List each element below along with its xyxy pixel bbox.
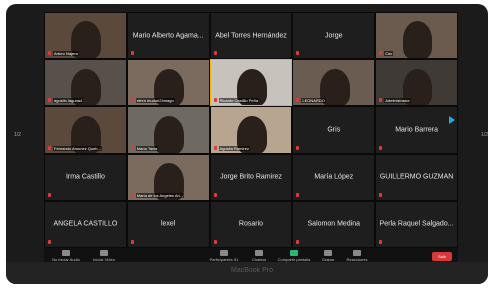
participant-tile[interactable]: Administrador <box>375 59 458 107</box>
leave-meeting-button[interactable]: Salir <box>432 252 452 261</box>
muted-mic-icon <box>48 51 51 56</box>
participant-caption: Maria de los Angeles Ari... <box>135 192 185 198</box>
participants-icon <box>220 250 228 256</box>
participant-tile[interactable]: Rosario <box>209 200 293 248</box>
participant-tile[interactable]: Fernando Amunez Queb... <box>44 106 127 154</box>
participant-name: Gris <box>327 126 341 134</box>
participant-name: Salomon Medina <box>307 220 361 228</box>
participant-caption: Cec <box>384 51 394 57</box>
muted-mic-icon <box>213 51 217 56</box>
participant-caption: LEONARDO <box>301 98 326 104</box>
participant-name: Perla Raquel Salgado... <box>379 220 454 228</box>
participant-name: GUILLERMO GUZMAN <box>379 173 454 181</box>
participant-tile[interactable]: lexel <box>126 200 210 248</box>
laptop-brand-label: MacBook Pro <box>231 267 274 274</box>
participant-tile[interactable]: ANGELA CASTILLO <box>44 200 127 248</box>
participant-tile[interactable]: Jorge Brito Ramirez <box>209 153 293 201</box>
participant-caption: Agustin Ramirez <box>218 145 250 151</box>
audio-button[interactable]: No iniciar Audio <box>46 250 86 262</box>
participant-tile[interactable]: Irma Castillo <box>44 153 127 201</box>
participant-video <box>402 21 433 59</box>
participant-name: Abel Torres Hernández <box>215 32 287 40</box>
muted-mic-icon <box>379 145 383 150</box>
participant-tile[interactable]: Arturo Najera <box>44 12 127 60</box>
share-screen-button[interactable]: Compartir pantalla <box>272 250 316 262</box>
muted-mic-icon <box>296 192 300 197</box>
record-button[interactable]: Grabar <box>316 250 340 262</box>
muted-mic-icon <box>48 239 51 244</box>
participant-tile[interactable]: Jorge <box>292 12 376 60</box>
chat-button[interactable]: Chatear <box>246 250 272 262</box>
participant-tile[interactable]: Cec <box>375 12 458 60</box>
participant-tile[interactable]: Mario Alberto Agama... <box>126 12 210 60</box>
muted-mic-icon <box>213 98 217 103</box>
muted-mic-icon <box>130 145 134 150</box>
muted-mic-icon <box>213 192 217 197</box>
participant-tile[interactable]: Salomon Medina <box>292 200 376 248</box>
participant-caption: Ricardo Castillo Peña <box>218 98 260 104</box>
muted-mic-icon <box>379 192 383 197</box>
reactions-icon <box>353 250 361 256</box>
participant-tile[interactable]: Gris <box>292 106 376 154</box>
participant-caption: Arturo Najera <box>53 51 79 57</box>
participant-caption: Maria Tania <box>135 145 159 151</box>
page-indicator-left: 1/2 <box>14 132 21 138</box>
muted-mic-icon <box>379 239 383 244</box>
participant-name: Jorge Brito Ramirez <box>220 173 282 181</box>
participant-name: Irma Castillo <box>65 173 105 181</box>
participant-tile[interactable]: efren muduri24mago <box>126 59 210 107</box>
participant-tile[interactable]: Maria de los Angeles Ari... <box>126 153 210 201</box>
participant-video <box>154 115 185 153</box>
participant-tile[interactable]: Perla Raquel Salgado... <box>375 200 458 248</box>
page-indicator-right: 1/2 <box>481 132 488 138</box>
next-page-arrow-icon[interactable] <box>449 116 455 124</box>
participant-tile[interactable]: Maria Tania <box>126 106 210 154</box>
participant-tile[interactable]: Agustin Ramirez <box>209 106 293 154</box>
participant-caption: Administrador <box>384 98 411 104</box>
laptop-frame: Arturo Najera Mario Alberto Agama... Abel … <box>6 4 488 284</box>
camera-icon <box>100 250 108 256</box>
record-icon <box>324 250 332 256</box>
muted-mic-icon <box>296 51 300 56</box>
participant-tile[interactable]: Ricardo Castillo Peña <box>209 59 293 107</box>
muted-mic-icon <box>130 98 134 103</box>
participant-tile[interactable]: GUILLERMO GUZMAN <box>375 153 458 201</box>
muted-mic-icon <box>130 239 134 244</box>
muted-mic-icon <box>296 145 300 150</box>
reactions-button[interactable]: Reacciones <box>340 250 374 262</box>
participant-tile[interactable]: María López <box>292 153 376 201</box>
muted-mic-icon <box>48 145 51 150</box>
participant-name: Rosario <box>238 220 264 228</box>
participant-name: ANGELA CASTILLO <box>53 220 118 228</box>
participant-caption: agustin laguna4 <box>53 98 84 104</box>
muted-mic-icon <box>48 192 51 197</box>
participant-name: Mario Alberto Agama... <box>132 32 204 40</box>
muted-mic-icon <box>130 51 134 56</box>
participant-caption: Fernando Amunez Queb... <box>53 145 102 151</box>
muted-mic-icon <box>379 98 383 103</box>
participant-tile[interactable]: Abel Torres Hernández <box>209 12 293 60</box>
chat-icon <box>255 250 263 256</box>
participant-tile[interactable]: LEONARDO <box>292 59 376 107</box>
muted-mic-icon <box>296 239 300 244</box>
muted-mic-icon <box>48 98 51 103</box>
participants-button[interactable]: Participantes 51 <box>204 250 244 262</box>
participant-tile[interactable]: Mario Barrera <box>375 106 458 154</box>
participant-name: Mario Barrera <box>395 126 438 134</box>
participant-name: María López <box>314 173 354 181</box>
muted-mic-icon <box>379 51 383 56</box>
participant-tile[interactable]: agustin laguna4 <box>44 59 127 107</box>
muted-mic-icon <box>130 192 134 197</box>
zoom-meeting-window: Arturo Najera Mario Alberto Agama... Abel … <box>14 12 488 268</box>
muted-mic-icon <box>213 145 217 150</box>
participant-name: Jorge <box>325 32 343 40</box>
microphone-icon <box>62 250 70 256</box>
share-screen-icon <box>290 250 298 256</box>
muted-mic-icon <box>296 98 300 103</box>
participant-caption: efren muduri24mago <box>135 98 175 104</box>
video-button[interactable]: Iniciar Video <box>86 250 122 262</box>
participant-name: lexel <box>160 220 176 228</box>
muted-mic-icon <box>213 239 217 244</box>
